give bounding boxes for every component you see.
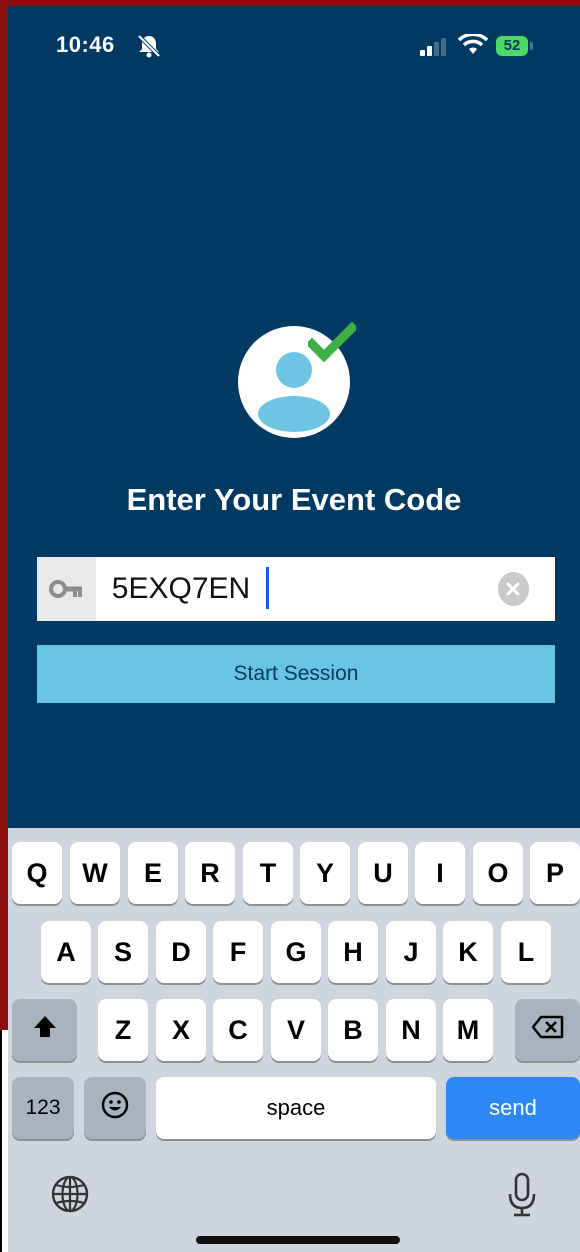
home-indicator[interactable]: [196, 1236, 400, 1244]
key-h[interactable]: H: [328, 921, 378, 983]
emoji-icon: [100, 1090, 130, 1127]
microphone-icon[interactable]: [506, 1172, 538, 1223]
bell-slash-icon: [136, 34, 162, 63]
globe-icon[interactable]: [50, 1174, 90, 1219]
numbers-key[interactable]: 123: [12, 1077, 74, 1139]
checkmark-icon: [305, 321, 359, 367]
key-n[interactable]: N: [386, 999, 436, 1061]
key-v[interactable]: V: [271, 999, 321, 1061]
key-icon: [37, 557, 96, 621]
emoji-key[interactable]: [84, 1077, 146, 1139]
wifi-icon: [457, 32, 489, 61]
start-session-button[interactable]: Start Session: [37, 645, 555, 703]
key-e[interactable]: E: [128, 842, 178, 904]
send-key[interactable]: send: [446, 1077, 580, 1139]
key-t[interactable]: T: [243, 842, 293, 904]
key-f[interactable]: F: [213, 921, 263, 983]
key-w[interactable]: W: [70, 842, 120, 904]
key-q[interactable]: Q: [12, 842, 62, 904]
key-b[interactable]: B: [328, 999, 378, 1061]
clear-icon[interactable]: [497, 572, 529, 606]
backspace-icon: [531, 1015, 565, 1046]
shift-icon: [32, 1014, 58, 1047]
battery-tip: [530, 42, 533, 50]
key-l[interactable]: L: [501, 921, 551, 983]
key-s[interactable]: S: [98, 921, 148, 983]
shift-key[interactable]: [12, 999, 77, 1061]
key-k[interactable]: K: [443, 921, 493, 983]
key-i[interactable]: I: [415, 842, 465, 904]
key-z[interactable]: Z: [98, 999, 148, 1061]
key-o[interactable]: O: [473, 842, 523, 904]
space-key[interactable]: space: [156, 1077, 436, 1139]
backspace-key[interactable]: [515, 999, 580, 1061]
key-g[interactable]: G: [271, 921, 321, 983]
event-code-input[interactable]: [95, 559, 498, 619]
key-u[interactable]: U: [358, 842, 408, 904]
key-c[interactable]: C: [213, 999, 263, 1061]
key-y[interactable]: Y: [300, 842, 350, 904]
page-title: Enter Your Event Code: [126, 482, 462, 517]
key-a[interactable]: A: [41, 921, 91, 983]
signal-icon: [420, 38, 450, 61]
key-p[interactable]: P: [530, 842, 580, 904]
key-m[interactable]: M: [443, 999, 493, 1061]
battery-icon: 52: [496, 36, 528, 56]
key-d[interactable]: D: [156, 921, 206, 983]
event-code-field[interactable]: [37, 557, 555, 621]
key-x[interactable]: X: [156, 999, 206, 1061]
status-time: 10:46: [56, 32, 115, 57]
key-j[interactable]: J: [386, 921, 436, 983]
text-caret: [266, 567, 269, 609]
key-r[interactable]: R: [185, 842, 235, 904]
